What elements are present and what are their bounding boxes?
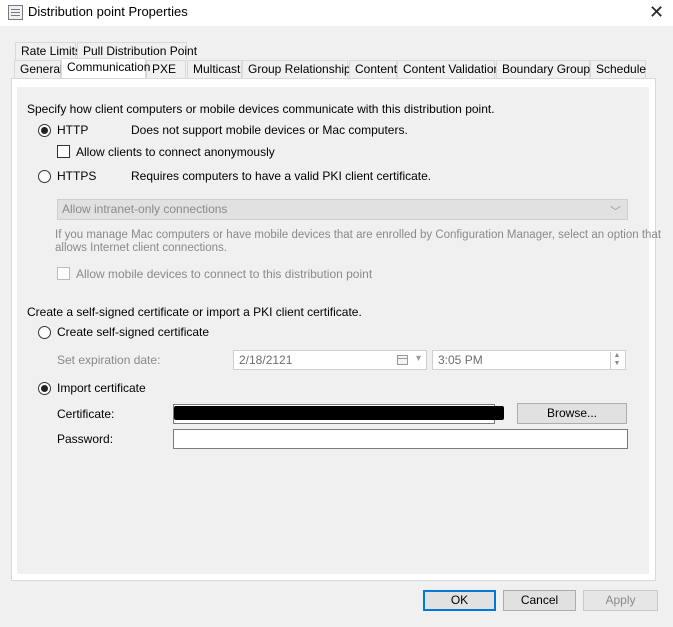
allow-mobile-label: Allow mobile devices to connect to this … (76, 267, 373, 281)
chevron-down-icon: ﹀ (610, 206, 621, 218)
tab-content-validation[interactable]: Content Validation (397, 60, 500, 78)
tab-schedule[interactable]: Schedule (590, 60, 646, 78)
http-radio[interactable] (38, 124, 51, 137)
password-label: Password: (57, 432, 114, 446)
tab-multicast[interactable]: Multicast (187, 60, 242, 78)
intranet-connections-select[interactable]: Allow intranet-only connections ﹀ (57, 199, 628, 220)
expiration-date-value: 2/18/2121 (239, 353, 293, 367)
allow-mobile-checkbox[interactable] (57, 267, 70, 280)
certificate-intro: Create a self-signed certificate or impo… (27, 305, 362, 319)
certificate-label: Certificate: (57, 407, 115, 421)
tab-boundary-groups[interactable]: Boundary Groups (496, 60, 596, 78)
https-description: Requires computers to have a valid PKI c… (131, 169, 432, 183)
spin-arrows-icon[interactable]: ▲ ▼ (610, 352, 623, 369)
tab-group-relationships[interactable]: Group Relationships (242, 60, 357, 78)
import-certificate-radio[interactable] (38, 382, 51, 395)
import-certificate-label: Import certificate (57, 381, 146, 395)
intranet-connections-value: Allow intranet-only connections (62, 202, 228, 216)
chevron-down-icon: ▾ (415, 353, 421, 364)
http-description: Does not support mobile devices or Mac c… (131, 123, 408, 137)
password-input[interactable] (173, 429, 628, 449)
expiration-date-picker[interactable]: 2/18/2121 ▾ (233, 350, 427, 370)
http-label: HTTP (57, 123, 89, 137)
tab-general[interactable]: General (14, 60, 63, 78)
expiration-time-value: 3:05 PM (438, 353, 483, 367)
mac-note-line1: If you manage Mac computers or have mobi… (55, 229, 662, 241)
mac-note-line2: allows Internet client connections. (55, 242, 227, 254)
close-button[interactable]: ✕ (640, 0, 673, 24)
self-signed-label: Create self-signed certificate (57, 325, 210, 339)
https-label: HTTPS (57, 169, 97, 183)
https-radio[interactable] (38, 170, 51, 183)
tab-content[interactable]: Content (349, 60, 397, 78)
window-title: Distribution point Properties (28, 4, 188, 19)
allow-anonymous-checkbox[interactable] (57, 145, 70, 158)
tab-communication[interactable]: Communication (61, 58, 150, 78)
self-signed-radio[interactable] (38, 326, 51, 339)
apply-button[interactable]: Apply (583, 590, 658, 611)
expiration-time-picker[interactable]: 3:05 PM ▲ ▼ (432, 350, 626, 370)
tab-pxe[interactable]: PXE (146, 60, 186, 78)
expiration-label: Set expiration date: (57, 353, 161, 367)
browse-button[interactable]: Browse... (517, 403, 627, 424)
calendar-icon (397, 355, 408, 365)
properties-icon (8, 5, 23, 20)
allow-anonymous-label: Allow clients to connect anonymously (76, 145, 275, 159)
redacted-certificate-path (174, 406, 504, 420)
communication-intro: Specify how client computers or mobile d… (27, 102, 495, 116)
ok-button[interactable]: OK (423, 590, 496, 611)
cancel-button[interactable]: Cancel (503, 590, 576, 611)
